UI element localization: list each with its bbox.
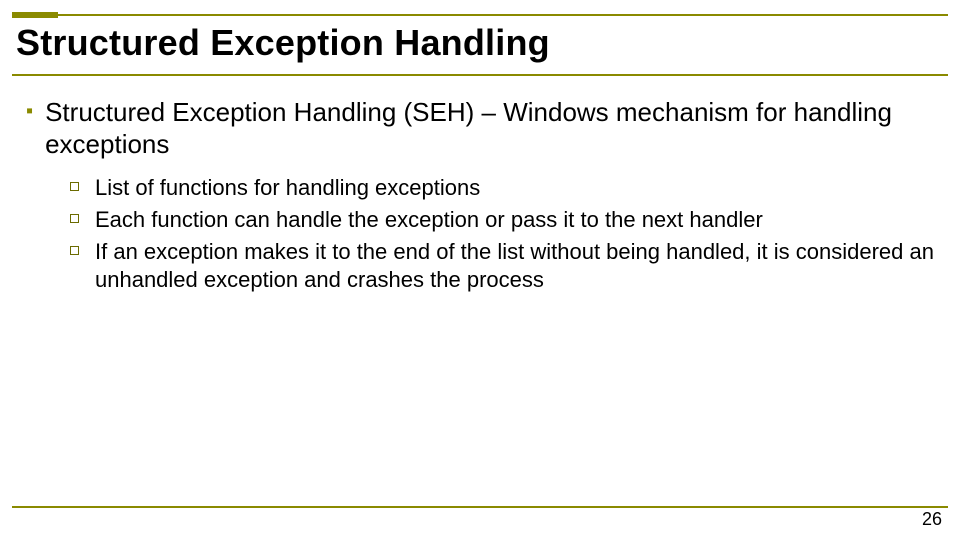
main-point-text: Structured Exception Handling (SEH) – Wi… <box>45 96 940 160</box>
top-rule-accent <box>12 12 58 18</box>
bullet-level1: ▪ Structured Exception Handling (SEH) – … <box>26 96 940 160</box>
top-rule <box>12 14 948 16</box>
bullet-level2: Each function can handle the exception o… <box>70 206 940 234</box>
sub-point-text: List of functions for handling exception… <box>95 174 480 202</box>
bullet-level2: If an exception makes it to the end of t… <box>70 238 940 294</box>
page-number: 26 <box>922 509 942 530</box>
hollow-square-icon <box>70 246 79 255</box>
sub-point-text: If an exception makes it to the end of t… <box>95 238 940 294</box>
slide-content: ▪ Structured Exception Handling (SEH) – … <box>26 96 940 298</box>
bottom-rule <box>12 506 948 508</box>
square-bullet-icon: ▪ <box>26 96 33 126</box>
slide: Structured Exception Handling ▪ Structur… <box>0 0 960 540</box>
hollow-square-icon <box>70 214 79 223</box>
slide-title: Structured Exception Handling <box>16 22 550 64</box>
sub-point-text: Each function can handle the exception o… <box>95 206 763 234</box>
sub-bullet-group: List of functions for handling exception… <box>70 174 940 294</box>
bullet-level2: List of functions for handling exception… <box>70 174 940 202</box>
hollow-square-icon <box>70 182 79 191</box>
title-underline <box>12 74 948 76</box>
